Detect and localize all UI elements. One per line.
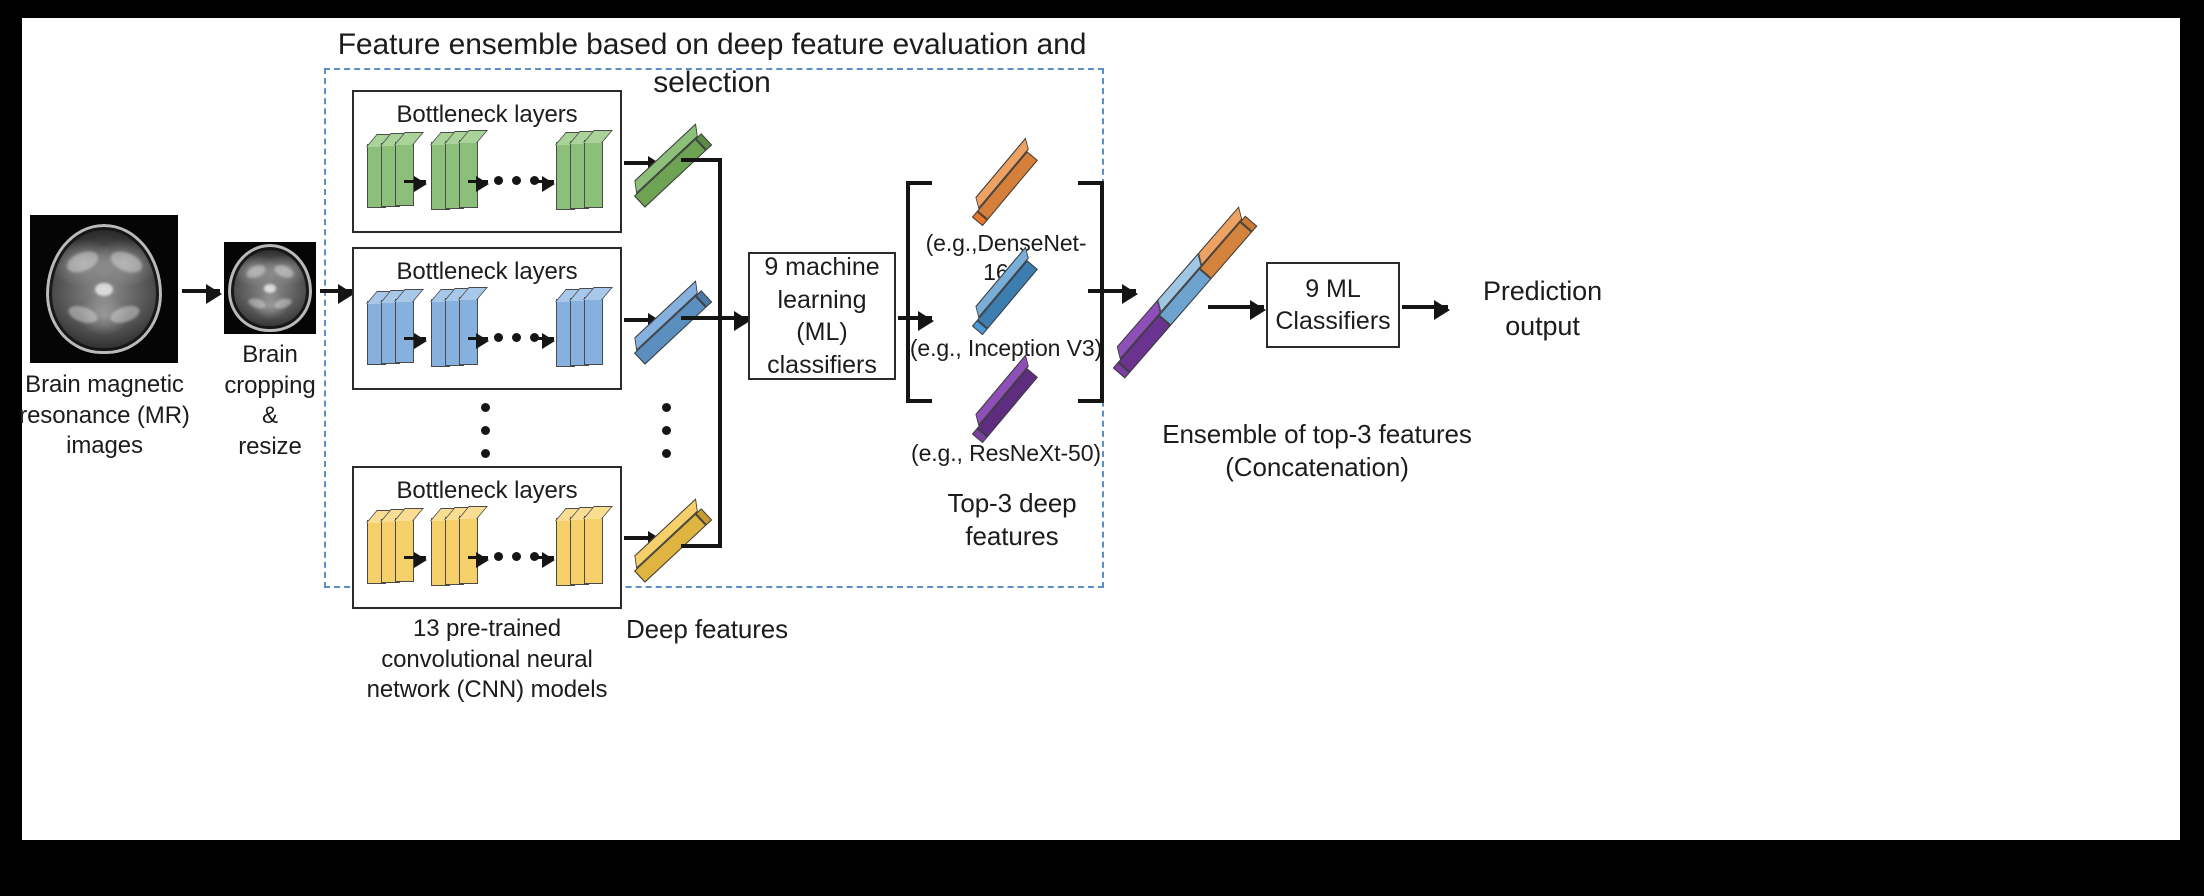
- final-ml-classifiers-label: 9 ML Classifiers: [1275, 274, 1391, 336]
- ml-classifiers-label: 9 machine learning (ML) classifiers: [764, 253, 880, 379]
- fan-in-rail-bottom-stub: [681, 544, 721, 548]
- layer-slab: [395, 142, 414, 206]
- ensemble-caption: Ensemble of top-3 features (Concatenatio…: [1162, 419, 1472, 483]
- arrow-rail-to-ml-classifiers: [720, 311, 750, 331]
- layer-slab: [395, 299, 414, 363]
- top3-label-inception-v3: (e.g., Inception V3): [909, 335, 1103, 361]
- brain-ventricle-cropped: [264, 284, 276, 293]
- figure-canvas: Feature ensemble based on deep feature e…: [19, 18, 2180, 840]
- layer-slab: [584, 516, 603, 584]
- layer-group-1-row-3: [367, 516, 421, 584]
- arrow-layer1-to-layer2-row-1: [404, 175, 427, 192]
- layer-group-2-row-1: [431, 138, 485, 210]
- cnn-rows-vertical-ellipsis: [481, 403, 490, 458]
- layer-slab: [459, 140, 478, 208]
- layer-group-3-row-1: [556, 138, 610, 210]
- arrow-dots-to-layer3-row-2: [532, 332, 555, 349]
- cnn-block-caption: 13 pre-trained convolutional neural netw…: [366, 615, 608, 704]
- brain-mri-full-image: [30, 215, 178, 363]
- deep-features-vertical-ellipsis: [662, 403, 671, 458]
- deep-features-label: Deep features: [625, 614, 789, 644]
- fan-in-rail-vertical: [718, 158, 722, 548]
- fan-in-rail-mid-stub: [681, 316, 721, 320]
- arrow-final-classifiers-to-output: [1402, 300, 1450, 320]
- arrow-crop-to-cnn: [320, 284, 354, 304]
- layer-group-1-row-2: [367, 297, 421, 365]
- final-ml-classifiers-box[interactable]: 9 ML Classifiers: [1266, 262, 1400, 348]
- brain-mri-full-label: Brain magnetic resonance (MR) images: [19, 371, 190, 460]
- top3-label-resnext-50: (e.g., ResNeXt-50): [911, 440, 1101, 466]
- prediction-output-label: Prediction output: [1482, 276, 1603, 341]
- arrow-layer2-to-dots-row-2: [468, 332, 489, 349]
- layer-slab: [584, 297, 603, 365]
- top3-bracket-left: [906, 181, 932, 403]
- arrow-dots-to-layer3-row-3: [532, 551, 555, 568]
- fan-in-rail-top-stub: [681, 158, 721, 162]
- layer-slab: [584, 140, 603, 208]
- layer-slab: [395, 518, 414, 582]
- layer-slab: [459, 516, 478, 584]
- bottleneck-title-row-3: Bottleneck layers: [396, 477, 578, 504]
- top3-caption: Top-3 deep features: [947, 488, 1077, 552]
- layer-group-3-row-2: [556, 295, 610, 367]
- layer-group-3-row-3: [556, 514, 610, 586]
- arrow-top3-to-ensemble: [1088, 284, 1138, 304]
- layer-group-2-row-2: [431, 295, 485, 367]
- ml-classifiers-box[interactable]: 9 machine learning (ML) classifiers: [748, 252, 896, 380]
- bottleneck-title-row-1: Bottleneck layers: [396, 101, 578, 128]
- arrow-layer2-to-dots-row-3: [468, 551, 489, 568]
- brain-crop-label: Brain cropping & resize: [224, 341, 316, 461]
- layer-slab: [459, 297, 478, 365]
- layer-group-1-row-1: [367, 140, 421, 208]
- arrow-layer1-to-layer2-row-2: [404, 332, 427, 349]
- arrow-dots-to-layer3-row-1: [532, 175, 555, 192]
- figure-root: Feature ensemble based on deep feature e…: [0, 0, 2204, 896]
- arrow-input-to-crop: [182, 284, 222, 304]
- arrow-ensemble-to-final-classifiers: [1208, 300, 1266, 320]
- arrow-layer1-to-layer2-row-3: [404, 551, 427, 568]
- bottleneck-title-row-2: Bottleneck layers: [396, 258, 578, 285]
- arrow-layer2-to-dots-row-1: [468, 175, 489, 192]
- layer-group-2-row-3: [431, 514, 485, 586]
- brain-mri-cropped-image: [224, 242, 316, 334]
